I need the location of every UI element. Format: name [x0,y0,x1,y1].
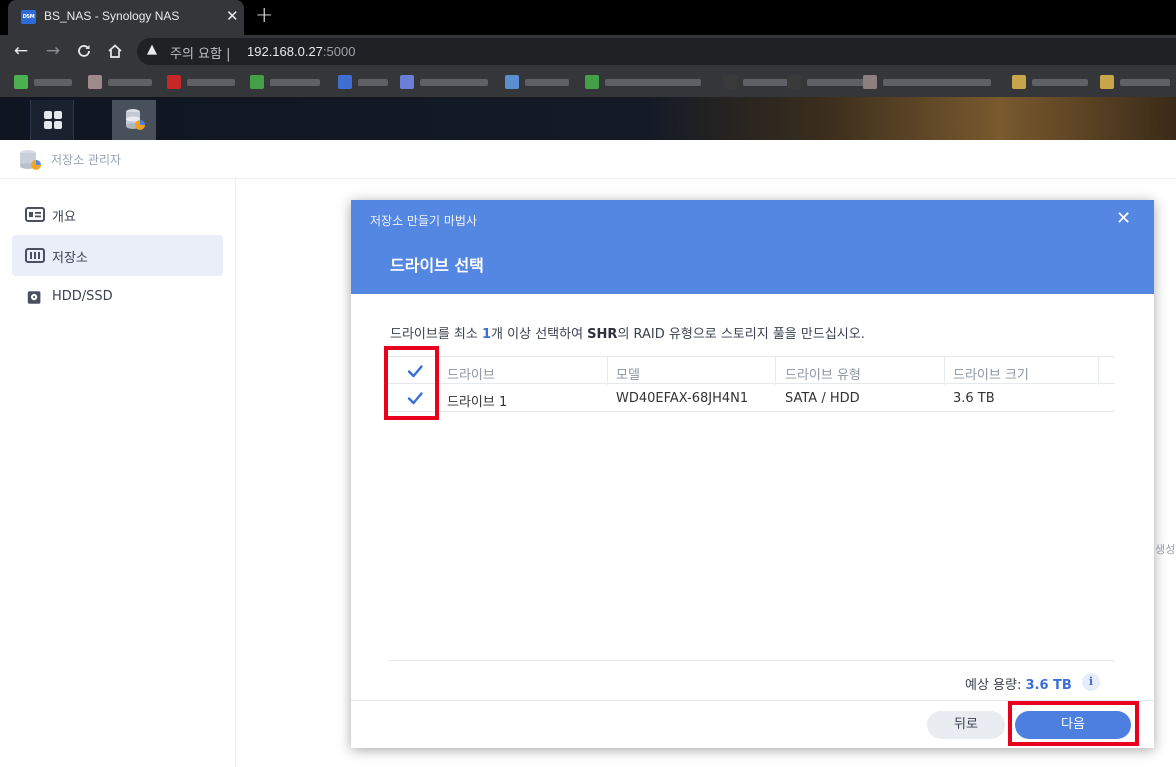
warning-icon: ▲ [147,42,157,57]
checkbox-highlight-box [384,346,439,420]
wizard-header: 저장소 만들기 마법사 ✕ 드라이브 선택 [351,200,1154,294]
cell-drive-type: SATA / HDD [785,391,860,406]
reload-icon[interactable] [72,40,96,62]
table-row[interactable]: 드라이브 1 WD40EFAX-68JH4N1 SATA / HDD 3.6 T… [388,384,1115,412]
cell-drive-size: 3.6 TB [953,391,995,406]
dsm-favicon-icon: DSM [21,10,36,24]
sidebar-item-label: HDD/SSD [52,289,113,304]
divider [388,660,1115,661]
cell-model: WD40EFAX-68JH4N1 [616,391,749,406]
main-menu-button[interactable] [30,100,74,140]
bookmarks-bar [0,67,1176,97]
app-title: 저장소 관리자 [51,153,122,167]
browser-tab[interactable]: DSM BS_NAS - Synology NAS ✕ [8,0,244,35]
back-arrow-icon[interactable]: ← [9,40,33,62]
sidebar-item-overview[interactable]: 개요 [12,194,223,235]
header-drive[interactable]: 드라이브 [447,364,495,383]
storage-manager-taskbar-button[interactable] [112,100,156,140]
hdd-icon [27,291,41,304]
estimated-capacity: 예상 용량: 3.6 TB [965,678,1072,693]
dsm-taskbar [0,97,1176,140]
header-drive-size[interactable]: 드라이브 크기 [953,364,1029,383]
back-button[interactable]: 뒤로 [927,711,1005,739]
storage-manager-icon [20,150,41,170]
address-bar[interactable]: ▲ 주의 요함 | 192.168.0.27:5000 [137,38,1176,65]
tab-title: BS_NAS - Synology NAS [44,9,180,23]
create-storage-wizard-dialog: 저장소 만들기 마법사 ✕ 드라이브 선택 드라이브를 최소 1개 이상 선택하… [351,200,1154,748]
table-header-row: 드라이브 모델 드라이브 유형 드라이브 크기 [388,356,1115,385]
storage-manager-icon [126,109,145,130]
background-create-text: 생성 [1155,543,1176,556]
close-icon[interactable]: ✕ [1116,208,1131,230]
browser-toolbar: ← → ▲ 주의 요함 | 192.168.0.27:5000 [0,35,1176,67]
overview-icon [25,207,45,222]
security-warning-label: 주의 요함 | [170,47,231,62]
next-button-highlight-box [1008,701,1139,746]
main-menu-grid-icon [44,111,62,129]
wizard-title: 저장소 만들기 마법사 [370,214,477,228]
app-header: 저장소 관리자 [0,140,1176,179]
forward-arrow-icon[interactable]: → [41,40,65,62]
url-text: 192.168.0.27:5000 [247,44,356,59]
tab-close-icon[interactable]: ✕ [226,8,239,25]
sidebar-item-storage[interactable]: 저장소 [12,235,223,276]
header-model[interactable]: 모델 [616,364,640,383]
sidebar-item-label: 개요 [52,210,76,225]
info-icon[interactable]: i [1082,673,1100,691]
sidebar-item-label: 저장소 [52,251,88,266]
sidebar: 개요 저장소 HDD/SSD [0,179,236,767]
storage-icon [25,248,45,263]
header-drive-type[interactable]: 드라이브 유형 [785,364,861,383]
step-title: 드라이브 선택 [390,256,484,275]
cell-drive: 드라이브 1 [447,395,508,410]
instruction-text: 드라이브를 최소 1개 이상 선택하여 SHR의 RAID 유형으로 스토리지 … [390,327,865,342]
home-icon[interactable] [103,40,127,62]
browser-tab-strip: DSM BS_NAS - Synology NAS ✕ + [0,0,1176,35]
new-tab-icon[interactable]: + [255,4,273,28]
sidebar-item-hdd-ssd[interactable]: HDD/SSD [12,277,223,318]
